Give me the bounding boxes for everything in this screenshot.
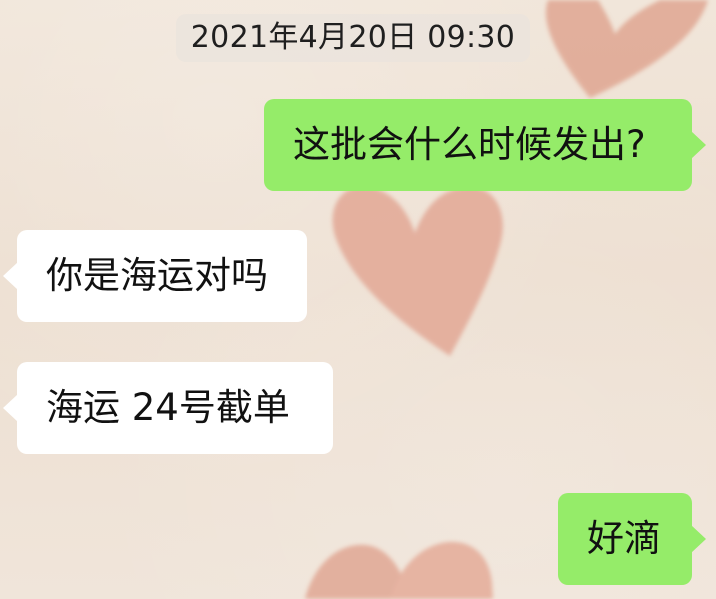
message-text: 你是海运对吗	[46, 254, 268, 297]
message-text: 这批会什么时候发出?	[293, 123, 646, 166]
heart-bottom-right-icon	[390, 541, 493, 599]
incoming-message-bubble[interactable]: 海运 24号截单	[3, 362, 333, 454]
heart-top-icon	[545, 0, 708, 98]
message-text: 好滴	[587, 517, 661, 560]
heart-middle-icon	[332, 186, 503, 356]
message-text: 海运 24号截单	[46, 386, 290, 429]
outgoing-message-bubble[interactable]: 好滴	[558, 493, 706, 585]
message-timestamp: 2021年4月20日 09:30	[176, 14, 530, 62]
incoming-message-bubble[interactable]: 你是海运对吗	[3, 230, 307, 322]
outgoing-message-bubble[interactable]: 这批会什么时候发出?	[264, 99, 706, 191]
